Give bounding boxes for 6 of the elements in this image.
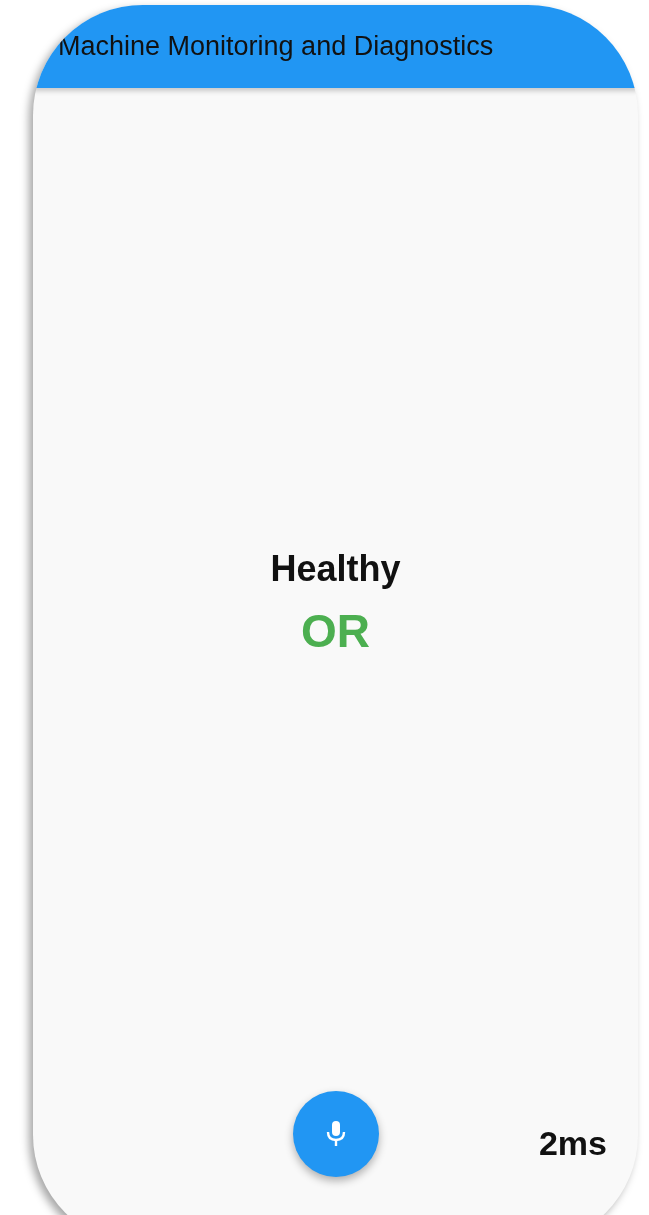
latency-text: 2ms: [538, 1124, 607, 1163]
app-title: Machine Monitoring and Diagnostics: [58, 31, 494, 62]
microphone-button[interactable]: [292, 1091, 379, 1177]
status-label: Healthy: [270, 548, 401, 590]
status-result: OR: [301, 604, 370, 658]
microphone-icon: [325, 1120, 346, 1148]
